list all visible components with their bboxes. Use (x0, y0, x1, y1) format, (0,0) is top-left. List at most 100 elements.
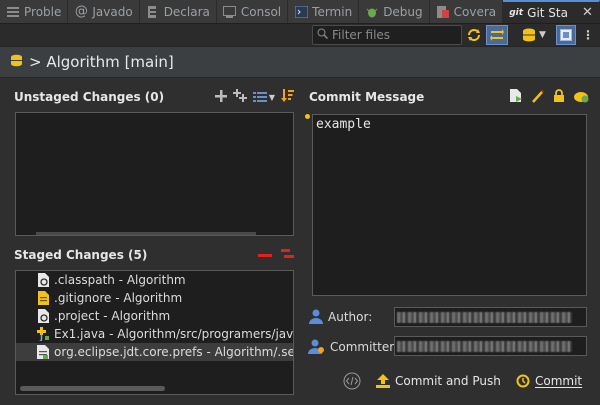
compare-arrows-icon (490, 29, 504, 41)
unstaged-header: Unstaged Changes (0) ▼ (8, 86, 300, 108)
list-item[interactable]: .classpath - Algorithm (16, 271, 293, 289)
staged-file-rows: .classpath - Algorithm .gitignore - Algo… (16, 271, 293, 361)
view-menu-button[interactable]: ⋮ (582, 25, 594, 45)
list-item[interactable]: org.eclipse.jdt.core.prefs - Algorithm/.… (16, 343, 293, 361)
svg-text:J: J (39, 333, 43, 341)
committer-label: Committer: (330, 340, 398, 354)
file-name: .project - Algorithm (54, 309, 171, 323)
git-staging-icon: git (509, 7, 524, 18)
sort-icon[interactable] (281, 89, 294, 105)
list-item[interactable]: .project - Algorithm (16, 307, 293, 325)
filter-input[interactable] (332, 28, 460, 42)
file-name: .gitignore - Algorithm (54, 291, 183, 305)
coverage-icon (436, 5, 450, 19)
tab-label: Proble (24, 4, 62, 19)
repository-title: > Algorithm [main] (29, 53, 174, 71)
presentation-list-icon[interactable]: ▼ (252, 91, 275, 103)
list-item[interactable]: .gitignore - Algorithm (16, 289, 293, 307)
terminal-icon (294, 5, 308, 19)
commit-label: Commit (535, 374, 583, 388)
add-icon[interactable] (214, 89, 227, 105)
staged-header: Staged Changes (5) (8, 244, 300, 266)
tab-label: Javado (92, 4, 133, 19)
code-icon (343, 372, 361, 390)
commit-message-title-row: Commit Message (304, 86, 596, 108)
layout-icon (560, 29, 572, 41)
declaration-icon (146, 5, 160, 19)
refresh-icon (468, 29, 480, 41)
tab-javadoc[interactable]: @ Javado (68, 0, 140, 23)
warning-marker-icon (305, 114, 310, 119)
file-name: Ex1.java - Algorithm/src/programers/java… (54, 327, 293, 341)
unstage-all-icon[interactable] (278, 248, 294, 263)
horizontal-scrollbar[interactable] (20, 386, 165, 391)
tab-problems[interactable]: Proble (0, 0, 69, 23)
search-icon (317, 28, 329, 42)
commit-icon (516, 374, 530, 388)
unstaged-file-list[interactable] (15, 112, 294, 236)
committer-row: Committer: (308, 335, 398, 359)
staged-changes-panel: Staged Changes (5) .classpath - Algorith… (8, 244, 300, 399)
tab-terminal[interactable]: Termin (288, 0, 360, 23)
tab-coverage[interactable]: Covera (430, 0, 504, 23)
tab-label: Debug (383, 4, 423, 19)
commit-message-header: Commit Message (304, 86, 596, 110)
unstage-icon[interactable] (258, 248, 272, 262)
debug-icon (365, 5, 379, 19)
compare-mode-toggle[interactable] (486, 25, 508, 45)
committer-field[interactable] (394, 336, 587, 356)
file-name: .classpath - Algorithm (54, 273, 186, 287)
committer-icon (308, 338, 326, 357)
redacted-value (397, 312, 572, 323)
repository-header: > Algorithm [main] (0, 46, 600, 78)
commit-and-push-button[interactable]: Commit and Push (376, 369, 501, 393)
staged-file-list[interactable]: .classpath - Algorithm .gitignore - Algo… (15, 270, 294, 395)
tab-label: Git Sta (527, 5, 568, 20)
commit-message-title: Commit Message (309, 90, 425, 104)
tab-debug[interactable]: Debug (359, 0, 430, 23)
chevron-down-icon: ▼ (539, 30, 546, 40)
view-toolbar: ▼ ⋮ (0, 24, 600, 46)
author-icon (308, 308, 324, 327)
repository-icon (523, 28, 536, 42)
redacted-value (397, 341, 572, 352)
tab-console[interactable]: Consol (217, 0, 289, 23)
unstaged-title: Unstaged Changes (0) (14, 90, 165, 104)
tab-label: Termin (312, 4, 353, 19)
refresh-button[interactable] (465, 25, 483, 45)
filter-field[interactable] (312, 25, 462, 45)
chevron-down-icon: ▼ (268, 92, 275, 102)
author-field[interactable] (394, 307, 587, 327)
tab-label: Declara (163, 4, 210, 19)
tab-declaration[interactable]: Declara (140, 0, 217, 23)
commit-button[interactable]: Commit (516, 369, 582, 393)
javadoc-icon: @ (74, 4, 88, 19)
java-file-added-icon: J (36, 327, 50, 341)
tab-label: Consol (240, 4, 282, 19)
add-all-icon[interactable] (232, 89, 247, 105)
close-icon[interactable]: ✕ (582, 5, 593, 20)
classpath-file-icon (36, 273, 50, 287)
horizontal-scrollbar[interactable] (36, 232, 256, 235)
repository-menu-button[interactable]: ▼ (518, 25, 550, 45)
view-tab-bar: Proble @ Javado Declara Consol Termin De… (0, 0, 600, 24)
commit-message-input[interactable]: example (312, 114, 587, 296)
sign-off-icon[interactable] (531, 89, 545, 106)
view-diff-button[interactable] (342, 369, 362, 393)
console-icon (223, 5, 237, 19)
problems-icon (6, 5, 20, 19)
prefs-file-icon (36, 345, 50, 359)
tab-git-staging[interactable]: git Git Sta ✕ (503, 0, 600, 23)
lock-icon[interactable] (553, 88, 565, 106)
author-label: Author: (328, 310, 373, 324)
push-icon (376, 374, 390, 388)
amend-icon[interactable] (509, 88, 523, 106)
presentation-toggle[interactable] (556, 25, 576, 45)
file-name: org.eclipse.jdt.core.prefs - Algorithm/.… (54, 345, 293, 359)
commit-and-push-label: Commit and Push (395, 374, 501, 388)
staged-title: Staged Changes (5) (14, 248, 148, 262)
more-vertical-icon: ⋮ (582, 28, 594, 42)
list-item[interactable]: J Ex1.java - Algorithm/src/programers/ja… (16, 325, 293, 343)
repository-icon (10, 53, 23, 71)
push-cloud-icon[interactable] (573, 89, 590, 106)
